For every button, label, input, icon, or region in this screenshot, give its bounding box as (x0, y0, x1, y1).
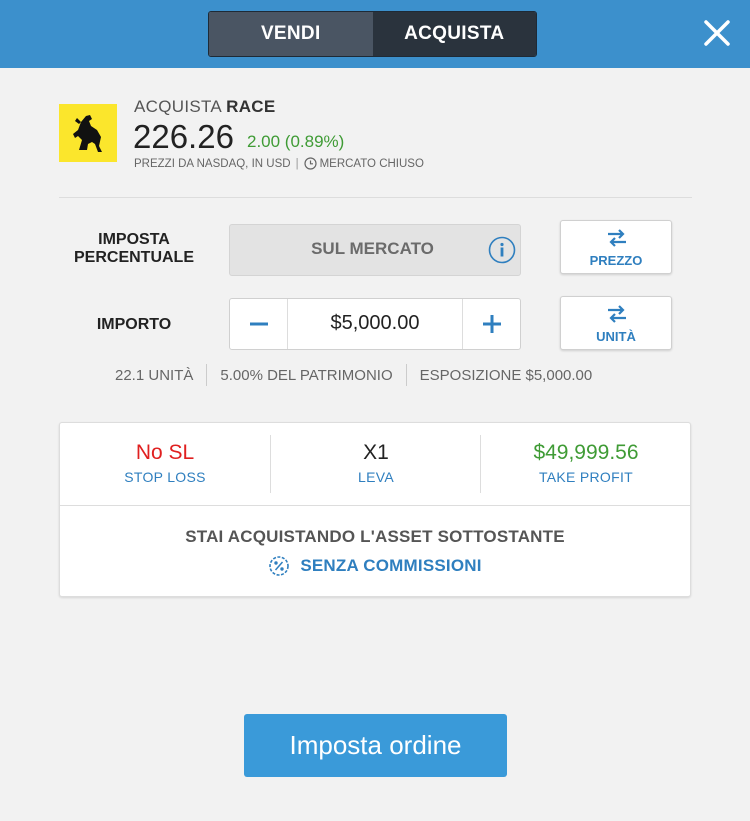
no-fee-row: SENZA COMMISSIONI (60, 555, 690, 577)
order-stats: 22.1 UNITÀ 5.00% DEL PATRIMONIO ESPOSIZI… (115, 364, 635, 386)
take-profit-cell[interactable]: $49,999.56 TAKE PROFIT (481, 423, 691, 505)
units-toggle-label: UNITÀ (596, 329, 636, 344)
plus-icon (483, 315, 501, 333)
asset-symbol: RACE (226, 97, 276, 116)
header-bar: VENDI ACQUISTA (0, 0, 750, 68)
sell-tab[interactable]: VENDI (209, 12, 373, 56)
no-fee-label: SENZA COMMISSIONI (300, 556, 482, 575)
amount-input[interactable]: $5,000.00 (288, 312, 462, 335)
percent-badge-icon (269, 556, 290, 576)
leverage-value: X1 (363, 441, 389, 464)
price-toggle-label: PREZZO (589, 253, 643, 268)
stats-separator (405, 364, 407, 386)
action-label: ACQUISTA (134, 97, 222, 116)
close-icon[interactable] (700, 16, 734, 50)
swap-icon (608, 305, 626, 323)
sell-buy-toggle: VENDI ACQUISTA (208, 11, 537, 57)
amount-label: IMPORTO (96, 316, 172, 333)
info-icon[interactable] (488, 236, 516, 264)
stats-separator (206, 364, 208, 386)
asset-title: ACQUISTA RACE (134, 97, 276, 117)
take-profit-label: TAKE PROFIT (538, 469, 634, 485)
card-divider (60, 505, 690, 506)
price-toggle-button[interactable]: PREZZO (560, 220, 672, 274)
minus-icon (250, 322, 268, 326)
rate-field[interactable]: SUL MERCATO (229, 224, 521, 276)
set-order-button[interactable]: Imposta ordine (244, 714, 507, 777)
leverage-label: LEVA (358, 469, 394, 485)
risk-settings-card: No SL STOP LOSS X1 LEVA $49,999.56 TAKE … (59, 422, 691, 597)
stop-loss-value: No SL (135, 441, 195, 464)
decrease-amount-button[interactable] (230, 299, 288, 349)
asset-price: 226.26 (133, 118, 234, 155)
exposure-value: ESPOSIZIONE $5,000.00 (419, 366, 593, 384)
amount-stepper: $5,000.00 (229, 298, 521, 350)
ferrari-logo-icon (59, 104, 117, 162)
units-toggle-button[interactable]: UNITÀ (560, 296, 672, 350)
swap-icon (608, 229, 626, 247)
increase-amount-button[interactable] (462, 299, 520, 349)
market-status: MERCATO CHIUSO (319, 157, 424, 170)
equity-percentage: 5.00% DEL PATRIMONIO (220, 366, 393, 384)
price-meta: PREZZI DA NASDAQ, IN USD | MERCATO CHIUS… (134, 157, 424, 170)
meta-separator: | (295, 157, 299, 170)
leverage-cell[interactable]: X1 LEVA (271, 423, 481, 505)
buy-tab[interactable]: ACQUISTA (372, 12, 536, 56)
units-value: 22.1 UNITÀ (115, 366, 194, 384)
price-change: 2.00 (0.89%) (247, 132, 345, 151)
take-profit-value: $49,999.56 (533, 441, 639, 464)
section-divider (59, 197, 692, 198)
stop-loss-cell[interactable]: No SL STOP LOSS (60, 423, 270, 505)
rate-value: SUL MERCATO (311, 239, 434, 258)
rate-label: IMPOSTA PERCENTUALE (73, 231, 194, 266)
stop-loss-label: STOP LOSS (124, 469, 206, 485)
clock-icon (303, 157, 317, 170)
price-source: PREZZI DA NASDAQ, IN USD (134, 157, 291, 170)
underlying-asset-message: STAI ACQUISTANDO L'ASSET SOTTOSTANTE (185, 527, 565, 546)
